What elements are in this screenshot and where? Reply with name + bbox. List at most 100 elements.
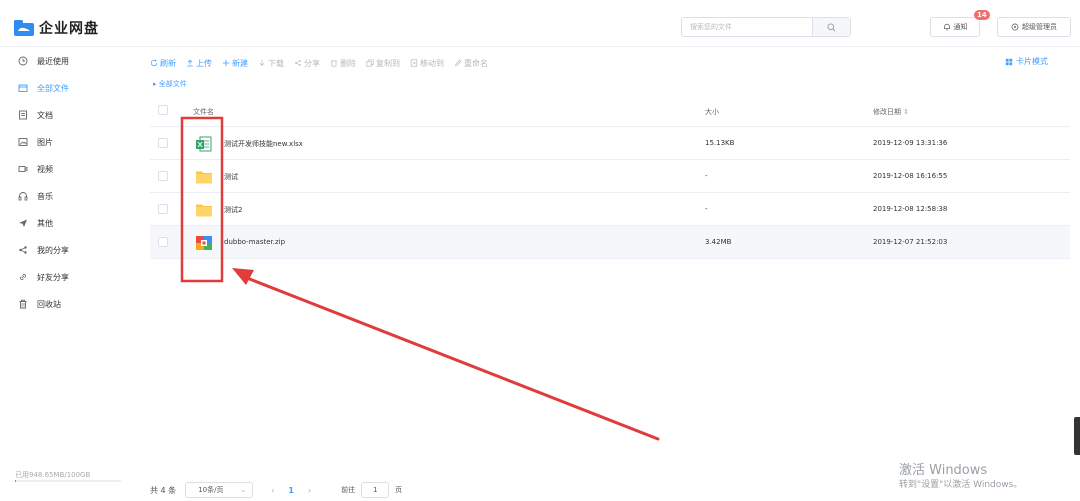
refresh-label: 刷新 bbox=[160, 58, 176, 68]
sidebar-item-label: 音乐 bbox=[37, 191, 53, 201]
annotation-arrowhead bbox=[232, 268, 254, 285]
page-size-select[interactable]: 10条/页 ⌄ bbox=[185, 482, 254, 498]
file-size: 15.13KB bbox=[705, 139, 735, 147]
goto-page-input[interactable]: 1 bbox=[361, 482, 390, 498]
sidebar-item-label: 图片 bbox=[37, 137, 53, 147]
download-button[interactable]: 下载 bbox=[258, 58, 284, 69]
storage-usage-text: 已用948.65MB/100GB bbox=[15, 471, 91, 479]
sidebar-item-all-files[interactable]: 全部文件 bbox=[18, 81, 69, 95]
chevron-down-icon: ⌄ bbox=[240, 486, 247, 494]
sidebar-item-label: 文档 bbox=[37, 110, 53, 120]
top-bar: 企业网盘 通知 14 超级管理员 bbox=[0, 0, 1080, 47]
user-name: 超级管理员 bbox=[1022, 23, 1057, 31]
total-count: 共 4 条 bbox=[150, 485, 177, 495]
copy-to-label: 复制到 bbox=[376, 58, 400, 68]
share-icon bbox=[295, 60, 301, 66]
sidebar-item-label: 全部文件 bbox=[37, 83, 69, 93]
delete-button[interactable]: 删除 bbox=[330, 58, 356, 69]
sidebar-item-label: 最近使用 bbox=[37, 56, 69, 66]
move-icon bbox=[410, 59, 418, 67]
sidebar-item-other[interactable]: 其他 bbox=[18, 216, 53, 230]
notification-label: 通知 bbox=[953, 23, 968, 31]
excel-file-icon bbox=[195, 135, 213, 153]
file-name[interactable]: 测试 bbox=[224, 172, 238, 182]
scrollbar-handle[interactable] bbox=[1074, 417, 1080, 455]
user-menu-button[interactable]: 超级管理员 bbox=[997, 17, 1071, 37]
file-toolbar: 刷新 上传 新建 下载 分享 删除 复制到 移动到 重命名 bbox=[150, 56, 488, 70]
sidebar-item-label: 我的分享 bbox=[37, 245, 69, 255]
row-checkbox[interactable] bbox=[158, 138, 168, 148]
sidebar-item-videos[interactable]: 视频 bbox=[18, 162, 53, 176]
share-label: 分享 bbox=[304, 58, 320, 68]
sidebar-item-images[interactable]: 图片 bbox=[18, 135, 53, 149]
card-mode-toggle[interactable]: 卡片模式 bbox=[1005, 56, 1048, 67]
refresh-button[interactable]: 刷新 bbox=[150, 58, 176, 69]
row-checkbox[interactable] bbox=[158, 237, 168, 247]
row-checkbox[interactable] bbox=[158, 204, 168, 214]
copy-icon bbox=[366, 59, 374, 67]
folder-icon bbox=[195, 168, 213, 186]
breadcrumb-current: 全部文件 bbox=[158, 80, 187, 88]
file-name[interactable]: 测试2 bbox=[224, 205, 242, 215]
goto-label: 前往 bbox=[341, 486, 356, 494]
table-row[interactable]: 测试 - 2019-12-08 16:16:55 bbox=[150, 160, 1070, 193]
notification-badge: 14 bbox=[973, 9, 991, 21]
trash-icon bbox=[331, 60, 337, 67]
activation-watermark-title: 激活 Windows bbox=[899, 463, 988, 478]
page-size-value: 10条/页 bbox=[198, 486, 224, 494]
upload-label: 上传 bbox=[196, 58, 212, 68]
rename-button[interactable]: 重命名 bbox=[454, 58, 488, 69]
next-page-button[interactable]: › bbox=[308, 486, 311, 495]
prev-page-button[interactable]: ‹ bbox=[271, 486, 274, 495]
image-icon bbox=[18, 138, 28, 146]
share-icon bbox=[19, 246, 27, 254]
bell-icon bbox=[943, 23, 950, 31]
sidebar-item-documents[interactable]: 文档 bbox=[18, 108, 53, 122]
breadcrumb[interactable]: ▸ 全部文件 bbox=[153, 79, 187, 89]
sidebar-item-recent[interactable]: 最近使用 bbox=[18, 54, 69, 68]
upload-button[interactable]: 上传 bbox=[186, 58, 212, 69]
delete-label: 删除 bbox=[340, 58, 356, 68]
file-name[interactable]: 测试开发师技能new.xlsx bbox=[224, 139, 303, 149]
send-icon bbox=[19, 219, 27, 227]
column-name-header[interactable]: 文件名 bbox=[193, 107, 214, 117]
app-title: 企业网盘 bbox=[39, 21, 99, 37]
rename-label: 重命名 bbox=[464, 58, 488, 68]
column-modified-header[interactable]: 修改日期 ⇕ bbox=[873, 107, 909, 117]
activation-watermark-hint: 转到"设置"以激活 Windows。 bbox=[899, 480, 1023, 490]
row-checkbox[interactable] bbox=[158, 171, 168, 181]
sort-icon[interactable]: ⇕ bbox=[903, 108, 909, 116]
copy-to-button[interactable]: 复制到 bbox=[366, 58, 400, 69]
edit-icon bbox=[455, 59, 462, 66]
table-row[interactable]: dubbo-master.zip 3.42MB 2019-12-07 21:52… bbox=[150, 226, 1070, 259]
search-input[interactable] bbox=[682, 18, 812, 36]
sidebar-item-friend-shares[interactable]: 好友分享 bbox=[18, 270, 69, 284]
file-name[interactable]: dubbo-master.zip bbox=[224, 238, 285, 246]
share-button[interactable]: 分享 bbox=[294, 58, 320, 69]
notification-button[interactable]: 通知 bbox=[930, 17, 980, 37]
card-mode-label: 卡片模式 bbox=[1016, 57, 1048, 66]
zip-file-icon bbox=[195, 234, 213, 252]
trash-icon bbox=[19, 299, 27, 309]
sidebar-item-recycle-bin[interactable]: 回收站 bbox=[18, 297, 61, 311]
file-modified: 2019-12-07 21:52:03 bbox=[873, 238, 948, 246]
new-button[interactable]: 新建 bbox=[222, 58, 248, 69]
download-icon bbox=[259, 59, 265, 66]
document-icon bbox=[19, 110, 27, 120]
storage-usage-bar bbox=[15, 480, 121, 482]
search-button[interactable] bbox=[812, 18, 850, 36]
sidebar-item-music[interactable]: 音乐 bbox=[18, 189, 53, 203]
sidebar-item-my-shares[interactable]: 我的分享 bbox=[18, 243, 69, 257]
sidebar: 最近使用 全部文件 文档 图片 视频 音乐 其他 我的分享 好友分享 回收站 bbox=[0, 47, 130, 501]
current-page[interactable]: 1 bbox=[288, 486, 294, 495]
column-size-header[interactable]: 大小 bbox=[705, 107, 719, 117]
download-label: 下载 bbox=[268, 58, 284, 68]
app-logo[interactable]: 企业网盘 bbox=[13, 18, 99, 38]
select-all-checkbox[interactable] bbox=[158, 105, 168, 115]
sidebar-item-label: 回收站 bbox=[37, 299, 61, 309]
table-row[interactable]: 测试2 - 2019-12-08 12:58:38 bbox=[150, 193, 1070, 226]
table-row[interactable]: 测试开发师技能new.xlsx 15.13KB 2019-12-09 13:31… bbox=[150, 127, 1070, 160]
file-table: 文件名 大小 修改日期 ⇕ 测试开发师技能new.xlsx 15.13KB 20… bbox=[150, 95, 1070, 259]
move-to-button[interactable]: 移动到 bbox=[410, 58, 444, 69]
file-size: - bbox=[705, 205, 708, 213]
